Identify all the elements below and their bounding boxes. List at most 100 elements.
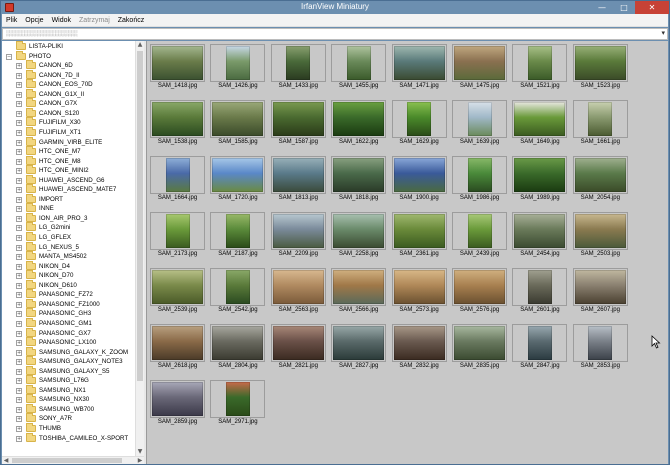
thumbnail-item[interactable]: SAM_2566.jpg [331,268,387,324]
tree-item[interactable]: + LG_G2mini [2,222,135,233]
expand-icon[interactable]: + [16,187,22,194]
thumbnail-item[interactable]: SAM_1538.jpg [150,100,205,156]
thumbnail-item[interactable]: SAM_2971.jpg [210,380,266,436]
thumbnail-item[interactable]: SAM_1661.jpg [572,100,628,156]
tree-item[interactable]: + INNE [2,203,135,214]
thumbnail-item[interactable]: SAM_2258.jpg [331,212,387,268]
expand-icon[interactable]: + [16,82,22,89]
tree-item[interactable]: + CANON_G7X [2,98,135,109]
scroll-down-arrow-icon[interactable]: ▼ [136,448,144,456]
expand-icon[interactable]: + [16,311,22,318]
minimize-button[interactable]: — [591,1,613,14]
expand-icon[interactable]: + [16,359,22,366]
expand-icon[interactable]: + [16,129,22,136]
expand-icon[interactable]: + [16,91,22,98]
thumbnail-item[interactable]: SAM_1455.jpg [331,44,387,100]
tree-item[interactable]: + HTC_ONE_M8 [2,155,135,167]
thumbnail-item[interactable]: SAM_2601.jpg [512,268,568,324]
folder-tree-horizontal-scrollbar[interactable]: ◀ ▶ [2,456,144,464]
thumbnail-item[interactable]: SAM_2054.jpg [572,156,628,212]
tree-item[interactable]: + FUJIFILM_X30 [2,117,135,128]
thumbnail-item[interactable]: SAM_2847.jpg [512,324,568,380]
tree-item[interactable]: + THUMB [2,423,135,434]
tree-item[interactable]: + CANON_7D_II [2,69,135,81]
tree-item[interactable]: + TOSHIBA_CAMILEO_X-SPORT [2,432,135,444]
expand-icon[interactable]: + [16,215,22,222]
thumbnail-item[interactable]: SAM_2853.jpg [572,324,628,380]
tree-item[interactable]: + CANON_S120 [2,107,135,119]
menu-widok[interactable]: Widok [48,17,75,24]
folder-tree-vertical-scrollbar[interactable]: ▲ ▼ [135,41,144,456]
expand-icon[interactable]: + [16,282,22,289]
thumbnail-item[interactable]: SAM_1989.jpg [512,156,568,212]
thumbnail-item[interactable]: SAM_2542.jpg [210,268,266,324]
tree-item[interactable]: + SAMSUNG_GALAXY_K_ZOOM [2,346,135,358]
thumbnail-item[interactable]: SAM_2539.jpg [150,268,205,324]
expand-icon[interactable]: + [16,149,22,156]
thumbnail-item[interactable]: SAM_2607.jpg [572,268,628,324]
thumbnail-item[interactable]: SAM_2821.jpg [270,324,326,380]
thumbnail-item[interactable]: SAM_1813.jpg [270,156,326,212]
thumbnail-item[interactable]: SAM_2859.jpg [150,380,205,436]
tree-item[interactable]: + SAMSUNG_NX30 [2,394,135,405]
scrollbar-thumb[interactable] [12,458,122,463]
thumbnail-item[interactable]: SAM_2573.jpg [391,268,447,324]
thumbnail-item[interactable]: SAM_2173.jpg [150,212,205,268]
expand-icon[interactable]: + [16,340,22,347]
tree-item[interactable]: + PANASONIC_GM1 [2,317,135,329]
tree-item[interactable]: + SAMSUNG_NX1 [2,384,135,396]
expand-icon[interactable]: + [16,416,22,423]
expand-icon[interactable]: + [16,139,22,146]
expand-icon[interactable]: + [16,349,22,356]
expand-icon[interactable]: + [16,301,22,308]
tree-item[interactable]: + PANASONIC_LX100 [2,337,135,348]
maximize-button[interactable]: □ [613,1,635,14]
tree-item[interactable]: + CANON_G1X_II [2,88,135,100]
expand-icon[interactable]: + [16,225,22,232]
tree-item[interactable]: + SAMSUNG_GALAXY_NOTE3 [2,356,135,367]
tree-item[interactable]: + PANASONIC_FZ72 [2,289,135,300]
expand-icon[interactable]: + [16,406,22,413]
expand-icon[interactable]: + [16,168,22,175]
expand-icon[interactable]: + [16,63,22,70]
tree-item[interactable]: + FUJIFILM_XT1 [2,126,135,138]
tree-item[interactable]: + NIKON_D70 [2,270,135,281]
thumbnail-item[interactable]: SAM_2209.jpg [270,212,326,268]
thumbnail-item[interactable]: SAM_2804.jpg [210,324,266,380]
tree-item[interactable]: + SAMSUNG_L76G [2,375,135,386]
chevron-down-icon[interactable]: ▾ [661,29,665,37]
thumbnail-item[interactable]: SAM_1523.jpg [572,44,628,100]
thumbnail-item[interactable]: SAM_1900.jpg [391,156,447,212]
expand-icon[interactable]: + [16,368,22,375]
tree-item[interactable]: + SAMSUNG_WB700 [2,403,135,415]
scrollbar-thumb[interactable] [137,51,143,381]
thumbnail-item[interactable]: SAM_2454.jpg [512,212,568,268]
thumbnail-item[interactable]: SAM_2439.jpg [452,212,507,268]
expand-icon[interactable]: + [16,110,22,117]
expand-icon[interactable]: + [16,397,22,404]
thumbnail-item[interactable]: SAM_1433.jpg [270,44,326,100]
expand-icon[interactable]: + [16,273,22,280]
tree-item[interactable]: + LG_GFLEX [2,232,135,243]
thumbnail-item[interactable]: SAM_2187.jpg [210,212,266,268]
thumbnail-item[interactable]: SAM_1475.jpg [452,44,507,100]
thumbnail-item[interactable]: SAM_1587.jpg [270,100,326,156]
thumbnail-item[interactable]: SAM_2563.jpg [270,268,326,324]
expand-icon[interactable]: + [16,235,22,241]
expand-icon[interactable]: + [16,263,22,270]
tree-item[interactable]: + SAMSUNG_GALAXY_S5 [2,365,135,377]
thumbnail-item[interactable]: SAM_2361.jpg [391,212,447,268]
expand-icon[interactable]: + [16,120,22,127]
thumbnail-item[interactable]: SAM_1418.jpg [150,44,205,100]
tree-item[interactable]: + SONY_A7R [2,413,135,424]
expand-icon[interactable]: + [16,72,22,79]
expand-icon[interactable]: + [16,101,22,108]
expand-icon[interactable]: + [16,387,22,394]
thumbnail-item[interactable]: SAM_2832.jpg [391,324,447,380]
tree-item[interactable]: + HTC_ONE_MINI2 [2,165,135,176]
thumbnail-item[interactable]: SAM_1639.jpg [452,100,507,156]
menu-zakoncz[interactable]: Zakończ [114,17,148,24]
tree-item[interactable]: + MANTA_MS4502 [2,251,135,262]
folder-path-combobox[interactable]: ░░░░░░░░░░░░░░░░░░░░░░░ ▾ [2,28,668,40]
thumbnail-item[interactable]: SAM_1622.jpg [331,100,387,156]
